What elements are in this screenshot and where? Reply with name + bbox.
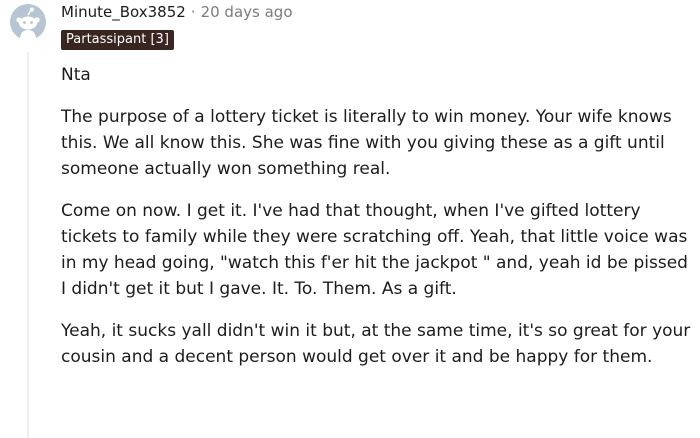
comment-paragraph: Yeah, it sucks yall didn't win it but, a…: [61, 321, 691, 367]
comment-meta: Minute_Box3852 · 20 days ago: [61, 2, 293, 22]
thread-line[interactable]: [27, 52, 29, 438]
comment-paragraph: Come on now. I get it. I've had that tho…: [61, 201, 688, 299]
comment-timestamp[interactable]: 20 days ago: [201, 3, 293, 21]
meta-separator: ·: [190, 3, 196, 21]
user-flair: Partassipant [3]: [61, 30, 174, 50]
user-avatar[interactable]: [10, 4, 46, 40]
comment-paragraph: Nta: [61, 65, 91, 85]
username-link[interactable]: Minute_Box3852: [61, 3, 186, 21]
comment: Minute_Box3852 · 20 days ago Partassipan…: [0, 0, 700, 438]
snoo-avatar-icon: [10, 4, 46, 40]
comment-body: Nta The purpose of a lottery ticket is l…: [61, 62, 697, 386]
comment-paragraph: The purpose of a lottery ticket is liter…: [61, 107, 672, 179]
